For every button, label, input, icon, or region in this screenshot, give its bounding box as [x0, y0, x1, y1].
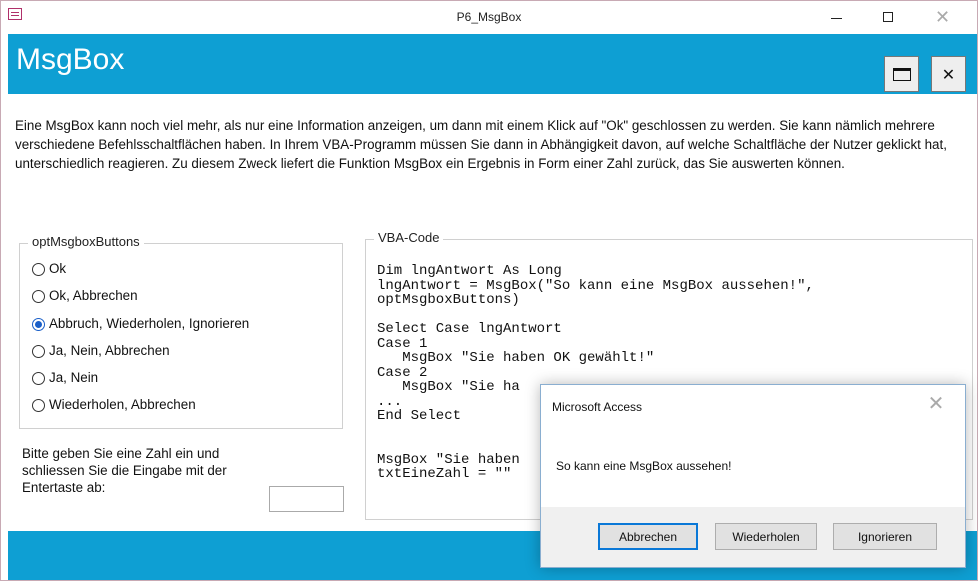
form-close-icon: ✕	[941, 67, 956, 84]
abbrechen-button[interactable]: Abbrechen	[598, 523, 698, 550]
radio-label: Wiederholen, Abbrechen	[49, 397, 196, 412]
radio-label: Ja, Nein, Abbrechen	[49, 343, 170, 358]
option-group-legend: optMsgboxButtons	[28, 234, 144, 249]
option-group-msgbox-buttons: optMsgboxButtons Ok Ok, Abbrechen Abbruc…	[19, 234, 343, 429]
radio-label: Abbruch, Wiederholen, Ignorieren	[49, 316, 250, 331]
dialog-button-bar: Abbrechen Wiederholen Ignorieren	[541, 507, 965, 567]
maximize-button[interactable]	[865, 1, 911, 34]
radio-label: Ok	[49, 261, 67, 276]
dialog-close-icon[interactable]: ✕	[921, 391, 951, 416]
number-input[interactable]	[269, 486, 344, 512]
radio-label: Ok, Abbrechen	[49, 288, 138, 303]
form-maximize-button[interactable]	[884, 56, 919, 92]
close-button[interactable]: ✕	[919, 1, 965, 34]
wiederholen-button[interactable]: Wiederholen	[715, 523, 817, 550]
radio-circle	[32, 345, 45, 358]
form-header: MsgBox ✕	[8, 34, 977, 94]
description-text: Eine MsgBox kann noch viel mehr, als nur…	[15, 118, 947, 171]
close-icon: ✕	[935, 7, 951, 27]
vba-code-legend: VBA-Code	[374, 230, 444, 245]
radio-label: Ja, Nein	[49, 370, 99, 385]
number-prompt-label: Bitte geben Sie eine Zahl ein und schlie…	[22, 446, 227, 495]
ignorieren-button[interactable]: Ignorieren	[833, 523, 937, 550]
form-title: MsgBox	[16, 43, 125, 76]
msgbox-dialog: Microsoft Access ✕ So kann eine MsgBox a…	[540, 384, 966, 568]
dialog-title: Microsoft Access	[552, 400, 643, 414]
form-maximize-icon	[893, 68, 911, 81]
radio-circle	[32, 372, 45, 385]
form-close-button[interactable]: ✕	[931, 56, 966, 92]
dialog-message: So kann eine MsgBox aussehen!	[556, 459, 732, 473]
radio-circle-selected	[32, 318, 45, 331]
minimize-icon	[831, 18, 842, 19]
minimize-button[interactable]	[813, 1, 859, 34]
maximize-icon	[883, 12, 893, 22]
radio-circle	[32, 290, 45, 303]
title-bar: P6_MsgBox ✕	[1, 1, 977, 34]
radio-circle	[32, 263, 45, 276]
radio-circle	[32, 399, 45, 412]
